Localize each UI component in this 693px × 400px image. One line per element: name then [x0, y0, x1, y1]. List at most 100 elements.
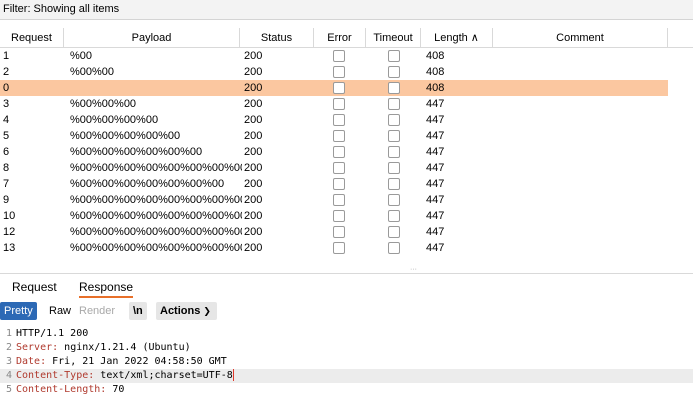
cell-request: 13 — [3, 242, 16, 254]
header-value: HTTP/1.1 200 — [16, 328, 89, 339]
error-checkbox[interactable] — [333, 50, 345, 62]
table-row[interactable]: 7 %00%00%00%00%00%00%00 200 447 — [0, 176, 668, 192]
chevron-down-icon: ❯ — [203, 306, 211, 316]
error-checkbox[interactable] — [333, 226, 345, 238]
column-header-length[interactable]: Length ∧ — [421, 28, 493, 48]
cell-status: 200 — [244, 226, 263, 238]
table-row[interactable]: 12 %00%00%00%00%00%00%00%00%...200 447 — [0, 224, 668, 240]
response-toolbar: Pretty Raw Render \n Actions ❯ — [0, 301, 693, 323]
cell-payload: %00%00%00%00%00%00%00 — [70, 178, 225, 190]
error-checkbox[interactable] — [333, 178, 345, 190]
column-header-request[interactable]: Request — [0, 28, 64, 48]
error-checkbox[interactable] — [333, 98, 345, 110]
timeout-checkbox[interactable] — [388, 194, 400, 206]
error-checkbox[interactable] — [333, 82, 345, 94]
table-row[interactable]: 3 %00%00%00 200 447 — [0, 96, 668, 112]
tab-response[interactable]: Response — [79, 280, 134, 298]
header-value: Fri, 21 Jan 2022 04:58:50 GMT — [46, 356, 227, 367]
raw-button[interactable]: Raw — [45, 302, 75, 320]
table-row[interactable]: 4 %00%00%00%00 200 447 — [0, 112, 668, 128]
timeout-checkbox[interactable] — [388, 178, 400, 190]
timeout-checkbox[interactable] — [388, 82, 400, 94]
cell-status: 200 — [244, 178, 263, 190]
pretty-button[interactable]: Pretty — [0, 302, 37, 320]
timeout-checkbox[interactable] — [388, 226, 400, 238]
header-value: 70 — [106, 384, 125, 395]
cell-payload: %00%00%00%00%00%00 — [70, 146, 203, 158]
cell-request: 12 — [3, 226, 16, 238]
table-row[interactable]: 9 %00%00%00%00%00%00%00%00%...200 447 — [0, 192, 668, 208]
column-header-error[interactable]: Error — [314, 28, 366, 48]
code-line: 5 Content-Length: 70 — [0, 383, 693, 397]
line-number: 5 — [6, 384, 13, 395]
error-checkbox[interactable] — [333, 130, 345, 142]
cell-status: 200 — [244, 82, 263, 94]
response-editor[interactable]: 1 HTTP/1.1 200 2 Server: nginx/1.21.4 (Ubun… — [0, 327, 693, 400]
error-checkbox[interactable] — [333, 114, 345, 126]
cell-payload: %00%00%00 — [70, 98, 137, 110]
header-name: Date: — [16, 356, 47, 367]
table-row[interactable]: 8 %00%00%00%00%00%00%00%00%...200 447 — [0, 160, 668, 176]
table-row[interactable]: 1 %00 200 408 — [0, 48, 668, 64]
tab-request[interactable]: Request — [12, 280, 57, 298]
column-header-timeout[interactable]: Timeout — [366, 28, 421, 48]
column-header-comment[interactable]: Comment — [493, 28, 668, 48]
render-button[interactable]: Render — [75, 302, 119, 320]
cell-payload: %00%00%00%00%00%00%00%00%... — [70, 226, 242, 238]
header-value: text/xml;charset=UTF-8 — [94, 370, 233, 381]
cell-payload: %00%00%00%00%00%00%00%00%... — [70, 242, 242, 254]
cell-status: 200 — [244, 162, 263, 174]
cell-length: 447 — [426, 210, 445, 222]
timeout-checkbox[interactable] — [388, 114, 400, 126]
cell-length: 447 — [426, 242, 445, 254]
cell-length: 447 — [426, 162, 445, 174]
error-checkbox[interactable] — [333, 146, 345, 158]
timeout-checkbox[interactable] — [388, 242, 400, 254]
table-row[interactable]: 13 %00%00%00%00%00%00%00%00%...200 447 — [0, 240, 668, 256]
table-row[interactable]: 5 %00%00%00%00%00 200 447 — [0, 128, 668, 144]
table-row[interactable]: 6 %00%00%00%00%00%00 200 447 — [0, 144, 668, 160]
error-checkbox[interactable] — [333, 194, 345, 206]
timeout-checkbox[interactable] — [388, 162, 400, 174]
cell-status: 200 — [244, 114, 263, 126]
timeout-checkbox[interactable] — [388, 146, 400, 158]
splitter-grip[interactable]: ··· — [410, 266, 422, 273]
timeout-checkbox[interactable] — [388, 66, 400, 78]
error-checkbox[interactable] — [333, 242, 345, 254]
error-checkbox[interactable] — [333, 162, 345, 174]
column-header-payload[interactable]: Payload — [64, 28, 240, 48]
cell-payload: %00 — [70, 50, 93, 62]
cell-status: 200 — [244, 50, 263, 62]
cell-length: 447 — [426, 226, 445, 238]
cell-request: 2 — [3, 66, 10, 78]
timeout-checkbox[interactable] — [388, 50, 400, 62]
timeout-checkbox[interactable] — [388, 210, 400, 222]
message-tabs: Request Response — [0, 273, 693, 299]
code-line: 1 HTTP/1.1 200 — [0, 327, 693, 341]
cell-request: 9 — [3, 194, 10, 206]
code-text: Date: Fri, 21 Jan 2022 04:58:50 GMT — [16, 355, 227, 369]
cell-status: 200 — [244, 210, 263, 222]
cell-length: 447 — [426, 146, 445, 158]
table-row[interactable]: 0 200 408 — [0, 80, 668, 96]
show-newlines-button[interactable]: \n — [129, 302, 147, 320]
table-row[interactable]: 2 %00%00 200 408 — [0, 64, 668, 80]
code-text: Server: nginx/1.21.4 (Ubuntu) — [16, 341, 191, 355]
filter-bar[interactable]: Filter: Showing all items — [0, 0, 693, 20]
error-checkbox[interactable] — [333, 66, 345, 78]
cell-length: 447 — [426, 178, 445, 190]
cell-request: 3 — [3, 98, 10, 110]
cell-request: 5 — [3, 130, 10, 142]
code-line: 2 Server: nginx/1.21.4 (Ubuntu) — [0, 341, 693, 355]
cell-length: 447 — [426, 98, 445, 110]
header-name: Content-Length: — [16, 384, 107, 395]
code-text: HTTP/1.1 200 — [16, 327, 88, 341]
timeout-checkbox[interactable] — [388, 98, 400, 110]
timeout-checkbox[interactable] — [388, 130, 400, 142]
column-header-status[interactable]: Status — [240, 28, 314, 48]
cell-request: 10 — [3, 210, 16, 222]
cell-payload: %00%00%00%00 — [70, 114, 159, 126]
actions-button[interactable]: Actions ❯ — [156, 302, 217, 320]
table-row[interactable]: 10 %00%00%00%00%00%00%00%00%...200 447 — [0, 208, 668, 224]
error-checkbox[interactable] — [333, 210, 345, 222]
